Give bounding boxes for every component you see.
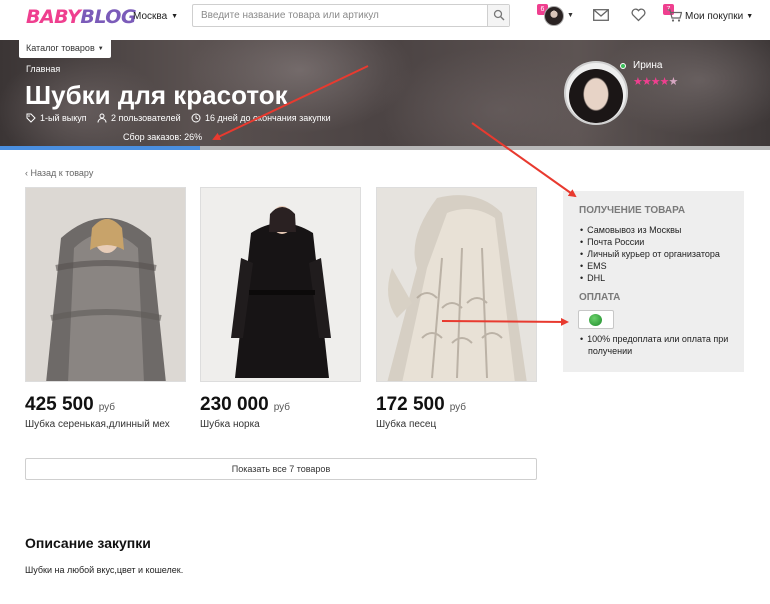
chevron-down-icon: ▼ [171,13,179,20]
user-avatar[interactable] [544,6,564,26]
organizer-rating: ★★★★★ [633,75,678,88]
list-item: EMS [580,260,720,272]
product-price: 230 000 [200,394,269,415]
city-selector[interactable]: Москва ▼ [133,11,178,22]
back-to-product-link[interactable]: ‹ Назад к товару [25,168,93,178]
product-name[interactable]: Шубка песец [376,419,537,430]
product-card[interactable]: 172 500 руб Шубка песец [376,187,537,430]
fur-coat-image [201,188,360,381]
product-photo[interactable] [200,187,361,382]
list-item: Самовывоз из Москвы [580,224,720,236]
progress-fill [0,146,201,150]
product-currency: руб [449,402,466,413]
search-input[interactable] [193,5,489,26]
city-label: Москва [133,11,168,22]
organizer-avatar[interactable] [564,61,628,125]
sberbank-icon [589,314,602,326]
heart-icon[interactable] [631,8,646,22]
rating-stars-filled: ★★★★ [633,76,669,88]
product-currency: руб [273,402,290,413]
delivery-options-list: Самовывоз из Москвы Почта России Личный … [580,224,720,284]
delivery-payment-panel: ПОЛУЧЕНИЕ ТОВАРА Самовывоз из Москвы Поч… [563,191,744,372]
order-progress-bar [0,146,770,150]
meta-users: 2 пользователей [97,113,181,123]
show-all-products-button[interactable]: Показать все 7 товаров [25,458,537,480]
user-icon [97,113,107,123]
delivery-heading: ПОЛУЧЕНИЕ ТОВАРА [579,205,686,216]
product-card[interactable]: 425 500 руб Шубка серенькая,длинный мех [25,187,186,430]
product-photo[interactable] [25,187,186,382]
product-name[interactable]: Шубка норка [200,419,361,430]
rating-stars-empty: ★ [668,76,678,88]
list-item: Почта России [580,236,720,248]
description-heading: Описание закупки [25,535,151,551]
chevron-down-icon: ▼ [746,13,754,20]
list-item: Личный курьер от организатора [580,248,720,260]
product-photo[interactable] [376,187,537,382]
clock-icon [191,113,201,123]
online-status-indicator [620,63,626,69]
page-title: Шубки для красоток [25,80,288,110]
product-price: 425 500 [25,394,94,415]
list-item: 100% предоплата или оплата при получении [580,333,740,357]
fur-coat-image [377,188,536,381]
cart-icon[interactable] [667,9,682,22]
meta-days-left: 16 дней до окончания закупки [191,113,331,123]
breadcrumb-home[interactable]: Главная [26,64,60,74]
description-text: Шубки на любой вкус,цвет и кошелек. [25,565,184,575]
product-name[interactable]: Шубка серенькая,длинный мех [25,419,186,430]
chevron-down-icon[interactable]: ▼ [567,12,574,19]
product-price: 172 500 [376,394,445,415]
product-card[interactable]: 230 000 руб Шубка норка [200,187,361,430]
meta-round: 1-ый выкуп [26,113,87,123]
catalog-button[interactable]: Каталог товаров ▼ [19,40,111,58]
progress-label: Сбор заказов: 26% [123,132,203,142]
search-icon [493,9,505,21]
search-button[interactable] [487,5,509,26]
payment-notes-list: 100% предоплата или оплата при получении [580,333,740,357]
payment-method-button[interactable] [578,310,614,329]
babyblog-logo[interactable]: BABYBLOG [26,6,137,28]
search-box [192,4,510,27]
product-currency: руб [98,402,115,413]
fur-coat-image [26,188,185,381]
catalog-button-label: Каталог товаров [26,43,95,53]
my-purchases-menu[interactable]: Мои покупки ▼ [685,11,753,22]
payment-heading: ОПЛАТА [579,292,621,303]
tag-icon [26,113,36,123]
my-purchases-label: Мои покупки [685,11,744,22]
list-item: DHL [580,272,720,284]
top-header: BABYBLOG Москва▼ 6 ▼ 7 Мои покупки▼ [0,0,770,40]
chevron-down-icon: ▼ [97,46,104,52]
organizer-name[interactable]: Ирина [633,60,662,71]
mail-icon[interactable] [593,9,609,21]
